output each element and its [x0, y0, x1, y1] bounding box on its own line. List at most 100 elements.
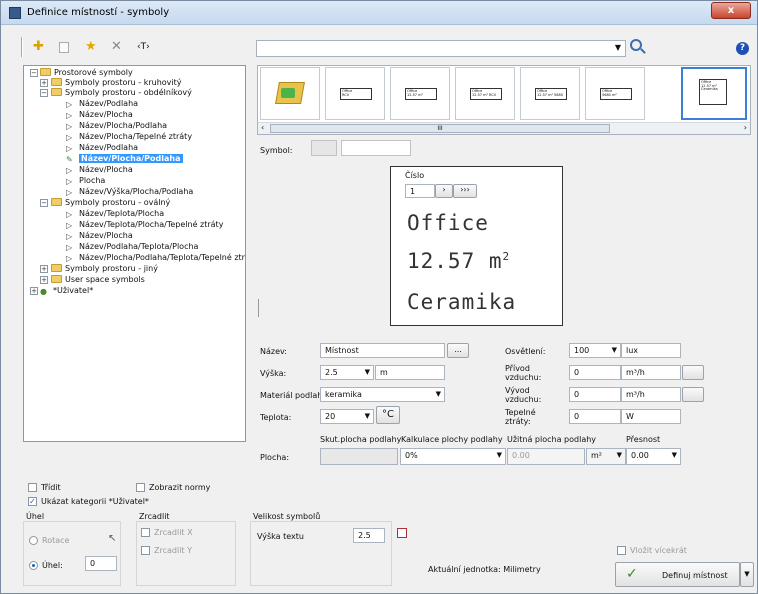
- kalk-select[interactable]: 0% ▼: [400, 448, 506, 465]
- nazev-label: Název:: [260, 347, 287, 356]
- expand-icon[interactable]: +: [40, 265, 48, 273]
- thumbnail[interactable]: Office 5680 m²: [585, 67, 645, 120]
- expand-icon[interactable]: +: [40, 79, 48, 87]
- zobrazit-checkbox[interactable]: [136, 483, 145, 492]
- scroll-right-icon[interactable]: ›: [744, 123, 747, 132]
- search-icon-handle: [640, 48, 646, 54]
- vyvod-extra-button[interactable]: [682, 387, 704, 402]
- symbol-tree[interactable]: − Prostorové symboly + Symboly prostoru …: [23, 65, 246, 442]
- tree-item[interactable]: ▷ Název/Výška/Plocha/Podlaha: [66, 187, 193, 197]
- add-icon[interactable]: ✚: [33, 34, 44, 60]
- star-icon[interactable]: ★: [85, 34, 97, 60]
- thumbnail-scrollbar[interactable]: ‹ III ›: [258, 122, 750, 134]
- definuj-button[interactable]: ✓ Definuj místnost: [615, 562, 740, 587]
- tree-item[interactable]: ▷ Název/Plocha: [66, 231, 133, 241]
- privod-extra-button[interactable]: [682, 365, 704, 380]
- browse-button[interactable]: ...: [447, 343, 469, 358]
- collapse-icon[interactable]: −: [40, 199, 48, 207]
- uzit-unit-select[interactable]: m² ▼: [586, 448, 626, 465]
- next-button[interactable]: ›: [435, 184, 453, 198]
- uhel-radio[interactable]: [29, 561, 38, 570]
- symbol-color-swatch[interactable]: [311, 140, 337, 156]
- expand-icon[interactable]: +: [40, 276, 48, 284]
- dropdown-arrow-icon[interactable]: ▼: [615, 43, 621, 52]
- privod-input[interactable]: 0: [569, 365, 621, 380]
- tree-item-selected[interactable]: ✎ Název/Plocha/Podlaha: [66, 154, 183, 164]
- rotace-radio[interactable]: [29, 536, 38, 545]
- delete-icon[interactable]: ✕: [111, 34, 122, 60]
- vyska-select[interactable]: 2.5 ▼: [320, 365, 374, 380]
- tridit-label: Třídit: [41, 483, 61, 492]
- temperature-unit-button[interactable]: °C: [376, 406, 400, 424]
- tree-node-user[interactable]: ● *Uživatel*: [40, 286, 93, 296]
- help-icon[interactable]: ?: [736, 42, 749, 55]
- tree-item[interactable]: ▷ Plocha: [66, 176, 105, 186]
- tree-item[interactable]: ▷ Název/Plocha: [66, 165, 133, 175]
- last-button[interactable]: ›››: [453, 184, 477, 198]
- tridit-checkbox[interactable]: [28, 483, 37, 492]
- thumbnail-open-folder[interactable]: [260, 67, 320, 120]
- definuj-dropdown-button[interactable]: ▼: [740, 562, 754, 587]
- thumbnail[interactable]: Office RCV: [325, 67, 385, 120]
- user-icon: ●: [40, 287, 47, 296]
- nazev-input[interactable]: Místnost: [320, 343, 445, 358]
- cislo-input[interactable]: 1: [405, 184, 435, 198]
- tree-item[interactable]: ▷ Název/Plocha: [66, 110, 133, 120]
- pick-size-icon[interactable]: [397, 528, 407, 538]
- tree-node-oval[interactable]: Symboly prostoru - oválný: [51, 198, 170, 208]
- ukazat-checkbox[interactable]: ✓: [28, 497, 37, 506]
- tree-item[interactable]: ▷ Název/Teplota/Plocha/Tepelné ztráty: [66, 220, 223, 230]
- text-icon[interactable]: ‹T›: [137, 34, 150, 60]
- vyska-textu-input[interactable]: 2.5: [353, 528, 385, 543]
- thumbnail-selected[interactable]: Office 12.57 m² Ceramika: [681, 67, 747, 120]
- tree-node-user-space[interactable]: User space symbols: [51, 275, 145, 285]
- scroll-thumb[interactable]: III: [270, 124, 610, 133]
- expand-icon[interactable]: +: [30, 287, 38, 295]
- thumbnail[interactable]: Office 12.57 m² 5680: [520, 67, 580, 120]
- thumbnail[interactable]: Office 12.57 m² RCV: [455, 67, 515, 120]
- tree-node-rect[interactable]: Symboly prostoru - obdélníkový: [51, 88, 192, 98]
- pick-angle-icon[interactable]: ↖: [108, 533, 116, 544]
- vyvod-input[interactable]: 0: [569, 387, 621, 402]
- tree-item[interactable]: ▷ Název/Podlaha: [66, 99, 138, 109]
- presnost-select[interactable]: 0.00 ▼: [626, 448, 681, 465]
- tree-item[interactable]: ▷ Název/Teplota/Plocha: [66, 209, 164, 219]
- tree-node-circular[interactable]: Symboly prostoru - kruhovitý: [51, 78, 181, 88]
- tree-item[interactable]: ▷ Název/Podlaha: [66, 143, 138, 153]
- material-select[interactable]: keramika ▼: [320, 387, 445, 402]
- teplota-select[interactable]: 20 ▼: [320, 409, 374, 424]
- ztraty-input[interactable]: 0: [569, 409, 621, 424]
- uhel-input[interactable]: 0: [85, 556, 117, 571]
- dropdown-arrow-icon: ▼: [364, 412, 370, 420]
- plocha-label: Plocha:: [260, 453, 290, 462]
- osvetleni-label: Osvětlení:: [505, 347, 546, 356]
- symbol-icon: ▷: [66, 166, 73, 175]
- osvetleni-select[interactable]: 100 ▼: [569, 343, 621, 358]
- scroll-left-icon[interactable]: ‹: [261, 123, 264, 132]
- collapse-icon[interactable]: −: [30, 69, 38, 77]
- zrcadlit-x-checkbox[interactable]: [141, 528, 150, 537]
- symbol-icon: ▷: [66, 254, 73, 263]
- symbol-icon: ▷: [66, 232, 73, 241]
- tree-item[interactable]: ▷ Název/Plocha/Podlaha/Teplota/Tepelné zt…: [66, 253, 245, 263]
- vlozit-checkbox[interactable]: [617, 546, 626, 555]
- tree-item[interactable]: ▷ Název/Podlaha/Teplota/Plocha: [66, 242, 198, 252]
- tree-node-other[interactable]: Symboly prostoru - jiný: [51, 264, 158, 274]
- uhel-group-title: Úhel: [26, 512, 45, 521]
- symbol-name-input[interactable]: [341, 140, 411, 156]
- tree-item[interactable]: ▷ Název/Plocha/Tepelné ztráty: [66, 132, 192, 142]
- preview-name: Office: [407, 211, 489, 235]
- tree-node-root[interactable]: Prostorové symboly: [40, 68, 133, 78]
- zrcadlit-y-checkbox[interactable]: [141, 546, 150, 555]
- collapse-icon[interactable]: −: [40, 89, 48, 97]
- close-button[interactable]: x: [711, 2, 751, 19]
- vlozit-label: Vložit vícekrát: [630, 546, 687, 555]
- vyvod-unit: m³/h: [621, 387, 681, 402]
- kalk-label: Kalkulace plochy podlahy: [401, 435, 503, 444]
- thumbnail[interactable]: Office 12.57 m²: [390, 67, 450, 120]
- dropdown-arrow-icon: ▼: [616, 451, 622, 459]
- copy-icon[interactable]: [59, 42, 69, 53]
- tree-item[interactable]: ▷ Název/Plocha/Podlaha: [66, 121, 167, 131]
- vyvod-label: Vývod vzduchu:: [505, 386, 542, 404]
- search-input[interactable]: ▼: [256, 40, 626, 57]
